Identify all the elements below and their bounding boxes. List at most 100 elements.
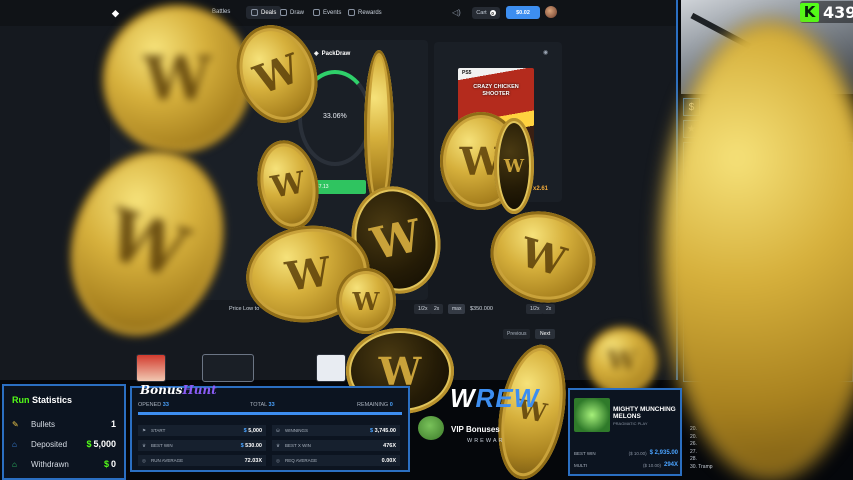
bonus-hunt-logo: BonusHunt	[140, 383, 217, 397]
stat-value: $5,000	[86, 439, 116, 449]
coin-icon: W	[336, 268, 396, 334]
bh-cell-label: BEST X WIN	[285, 443, 311, 448]
bh-cell-value: $ 530.00	[241, 443, 262, 449]
bh-cell-number: 476X	[383, 442, 396, 449]
chart-icon: ◎	[142, 457, 146, 463]
stat-value-number: 1	[110, 419, 116, 429]
slot-best-win-row: BEST WIN ($ 10.00) $ 2,935.00	[574, 448, 678, 458]
bh-cell-label: REQ AVERAGE	[285, 458, 318, 463]
max-button[interactable]: max	[448, 304, 466, 314]
bonus-hunt-remaining: REMAINING 0	[357, 402, 393, 408]
bh-cell-start: ⚑ START $ 5,000	[138, 425, 266, 436]
nav-deals[interactable]: Deals	[246, 6, 282, 19]
deals-icon	[251, 9, 258, 16]
bh-cell-value: $ 3,745.00	[370, 428, 396, 434]
wrewards-logo-rest: REW	[475, 383, 540, 413]
packdraw-title-text: PackDraw	[321, 50, 351, 57]
site-logo-icon[interactable]: ◆	[112, 8, 122, 18]
product-thumbnail[interactable]	[136, 354, 166, 382]
total-label: TOTAL	[250, 402, 268, 408]
slot-row-bet: ($ 10.00)	[642, 462, 661, 468]
bh-cell-best-x-win: ♛ BEST X WIN 476X	[272, 440, 400, 451]
stat-label: Bullets	[31, 419, 56, 429]
slot-thumbnail	[574, 398, 610, 432]
sound-icon[interactable]: ◁)	[452, 8, 461, 17]
coin-icon: W	[102, 4, 252, 154]
next-button[interactable]: Next	[535, 329, 556, 339]
currency-symbol: $	[369, 427, 374, 434]
double-button-2[interactable]: 2x	[542, 304, 556, 314]
run-statistics-title-rest: Statistics	[32, 395, 73, 405]
sort-price-low[interactable]: Price Low to	[229, 306, 259, 312]
vip-bonuses-text: VIP Bonuses	[451, 425, 500, 434]
avatar[interactable]	[545, 6, 557, 18]
remaining-label: REMAINING	[357, 402, 389, 408]
stat-label: Withdrawn	[31, 459, 69, 469]
bh-cell-value: 0.00X	[382, 458, 396, 464]
product-title: CRAZY CHICKEN SHOOTER	[473, 84, 519, 97]
flag-icon: ⚑	[142, 427, 147, 433]
draw-icon	[280, 9, 287, 16]
bonus-hunt-logo-a: Bonus	[140, 383, 183, 397]
product-thumbnail[interactable]	[316, 354, 346, 382]
double-button-1[interactable]: 2x	[430, 304, 444, 314]
product-platform: PS5	[462, 70, 472, 76]
packdraw-logo-icon: ◈	[314, 51, 319, 57]
nav-draw[interactable]: Draw	[280, 9, 304, 16]
rewards-icon	[348, 9, 355, 16]
product-multiplier: x2.61	[533, 186, 549, 192]
product-thumbnail[interactable]	[202, 354, 254, 382]
slot-row-value: $ 2,935.00	[649, 450, 678, 456]
bh-cell-label: BEST WIN	[151, 443, 173, 448]
currency-symbol: $	[86, 439, 92, 449]
nav-deals-label: Deals	[261, 9, 277, 16]
bh-cell-value: 476X	[383, 443, 396, 449]
deal-value-bar[interactable]: $7.13	[312, 180, 366, 194]
cart-button[interactable]: Cart 0	[472, 7, 500, 19]
wrewards-logo: WREW	[450, 383, 539, 414]
viewer-counter: K 439	[800, 1, 853, 23]
slot-name: MIGHTY MUNCHING MELONS	[613, 406, 676, 420]
nav-rewards-label: Rewards	[358, 9, 382, 16]
bh-cell-label: WINNINGS	[285, 428, 308, 433]
packdraw-title: ◈ PackDraw	[314, 50, 351, 58]
list-item: 28.	[690, 456, 697, 462]
target-icon: ◎	[276, 457, 280, 463]
coin-icon: W	[494, 118, 534, 214]
bh-cell-best-win: ♛ BEST WIN $ 530.00	[138, 440, 266, 451]
run-statistics-title: Run Statistics	[12, 395, 116, 405]
stat-value: $0	[104, 459, 116, 469]
cart-count-badge: 0	[489, 10, 496, 16]
stat-row-deposited: ⌂ Deposited $5,000	[12, 434, 116, 454]
nav-events[interactable]: Events	[313, 9, 341, 16]
stat-label: Deposited	[31, 439, 68, 449]
nav-events-label: Events	[323, 9, 342, 16]
bh-cell-number: 530.00	[245, 442, 262, 449]
run-statistics-panel: Run Statistics ✎ Bullets 1 ⌂ Deposited $…	[2, 384, 126, 480]
max-amount: $350.000	[470, 306, 493, 312]
bonus-hunt-logo-b: Hunt	[182, 383, 217, 397]
bh-cell-number: 0.00X	[381, 457, 396, 464]
coin-icon: W	[586, 326, 658, 396]
bh-cell-value: $ 5,000	[244, 428, 262, 434]
bonus-hunt-progress	[138, 412, 402, 415]
currency-symbol: $	[240, 442, 244, 449]
half-button-1[interactable]: 1/2x	[414, 304, 432, 314]
currency-symbol: $	[243, 427, 247, 434]
slot-row-value: 294X	[663, 462, 678, 468]
current-slot-card: MIGHTY MUNCHING MELONS PRAGMATIC PLAY BE…	[568, 388, 682, 476]
bh-cell-label: START	[151, 428, 166, 433]
list-item: 30. Tramp	[690, 463, 713, 470]
withdraw-icon: ⌂	[12, 459, 17, 469]
slot-row-bet: ($ 10.00)	[628, 450, 647, 456]
half-button-2[interactable]: 1/2x	[526, 304, 544, 314]
bonus-hunt-opened: OPENED 33	[138, 402, 169, 408]
bh-cell-value: 72.03X	[245, 458, 262, 464]
frog-mascot-icon	[418, 416, 444, 440]
wrewards-logo-w: W	[450, 383, 476, 413]
nav-rewards[interactable]: Rewards	[348, 9, 382, 16]
balance-button[interactable]: $0.02	[506, 6, 540, 19]
trophy-icon: ♛	[142, 442, 147, 448]
previous-button[interactable]: Previous	[503, 329, 531, 339]
eye-icon[interactable]: ◉	[543, 49, 548, 56]
